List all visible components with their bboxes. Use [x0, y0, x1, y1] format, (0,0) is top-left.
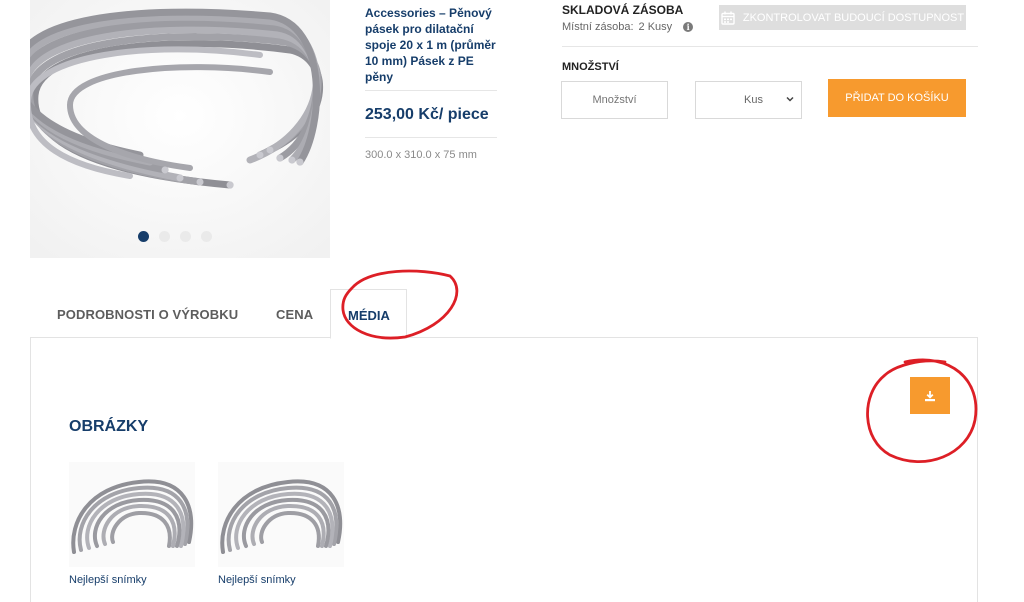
carousel-dot[interactable] [180, 231, 191, 242]
product-price: 253,00 Kč/ piece [365, 106, 489, 123]
divider [365, 137, 497, 138]
image-carousel-dots [138, 231, 212, 242]
check-future-availability-button[interactable]: ZKONTROLOVAT BUDOUCÍ DOSTUPNOST [719, 5, 966, 30]
local-stock-label: Místní zásoba: [562, 21, 634, 33]
foam-strip-thumbnail [71, 479, 194, 554]
foam-strip-picture [30, 0, 330, 258]
image-thumbnail[interactable] [218, 462, 344, 567]
local-stock: Místní zásoba: 2 Kusy i [562, 21, 694, 33]
local-stock-value: 2 Kusy [638, 21, 673, 33]
tab-media[interactable]: MÉDIA [330, 289, 407, 339]
calendar-icon [721, 11, 735, 25]
unit-select[interactable]: Kus [695, 81, 802, 119]
unit-select-value: Kus [744, 94, 763, 106]
quantity-input[interactable] [561, 81, 668, 119]
carousel-dot[interactable] [201, 231, 212, 242]
foam-strip-thumbnail [220, 479, 343, 554]
divider [365, 90, 497, 91]
stock-title: SKLADOVÁ ZÁSOBA [562, 3, 684, 17]
chevron-down-icon [786, 96, 794, 102]
divider [562, 46, 978, 47]
check-future-availability-label: ZKONTROLOVAT BUDOUCÍ DOSTUPNOST [742, 11, 965, 24]
image-thumbnail[interactable] [69, 462, 195, 567]
download-icon [925, 390, 935, 401]
add-to-cart-button[interactable]: PŘIDAT DO KOŠÍKU [828, 79, 966, 117]
product-dimensions: 300.0 x 310.0 x 75 mm [365, 149, 477, 161]
product-name: Accessories – Pěnový pásek pro dilatační… [365, 6, 496, 84]
info-icon[interactable]: i [683, 22, 694, 32]
images-heading: OBRÁZKY [69, 418, 149, 435]
image-caption[interactable]: Nejlepší snímky [218, 574, 296, 586]
download-button[interactable] [910, 377, 950, 414]
carousel-dot-active[interactable] [138, 231, 149, 242]
image-caption[interactable]: Nejlepší snímky [69, 574, 147, 586]
tab-media-label: MÉDIA [348, 308, 390, 323]
tab-product-details[interactable]: PODROBNOSTI O VÝROBKU [57, 307, 238, 322]
tab-price[interactable]: CENA [276, 307, 313, 322]
carousel-dot[interactable] [159, 231, 170, 242]
quantity-title: MNOŽSTVÍ [562, 61, 619, 73]
product-main-image[interactable] [30, 0, 330, 258]
